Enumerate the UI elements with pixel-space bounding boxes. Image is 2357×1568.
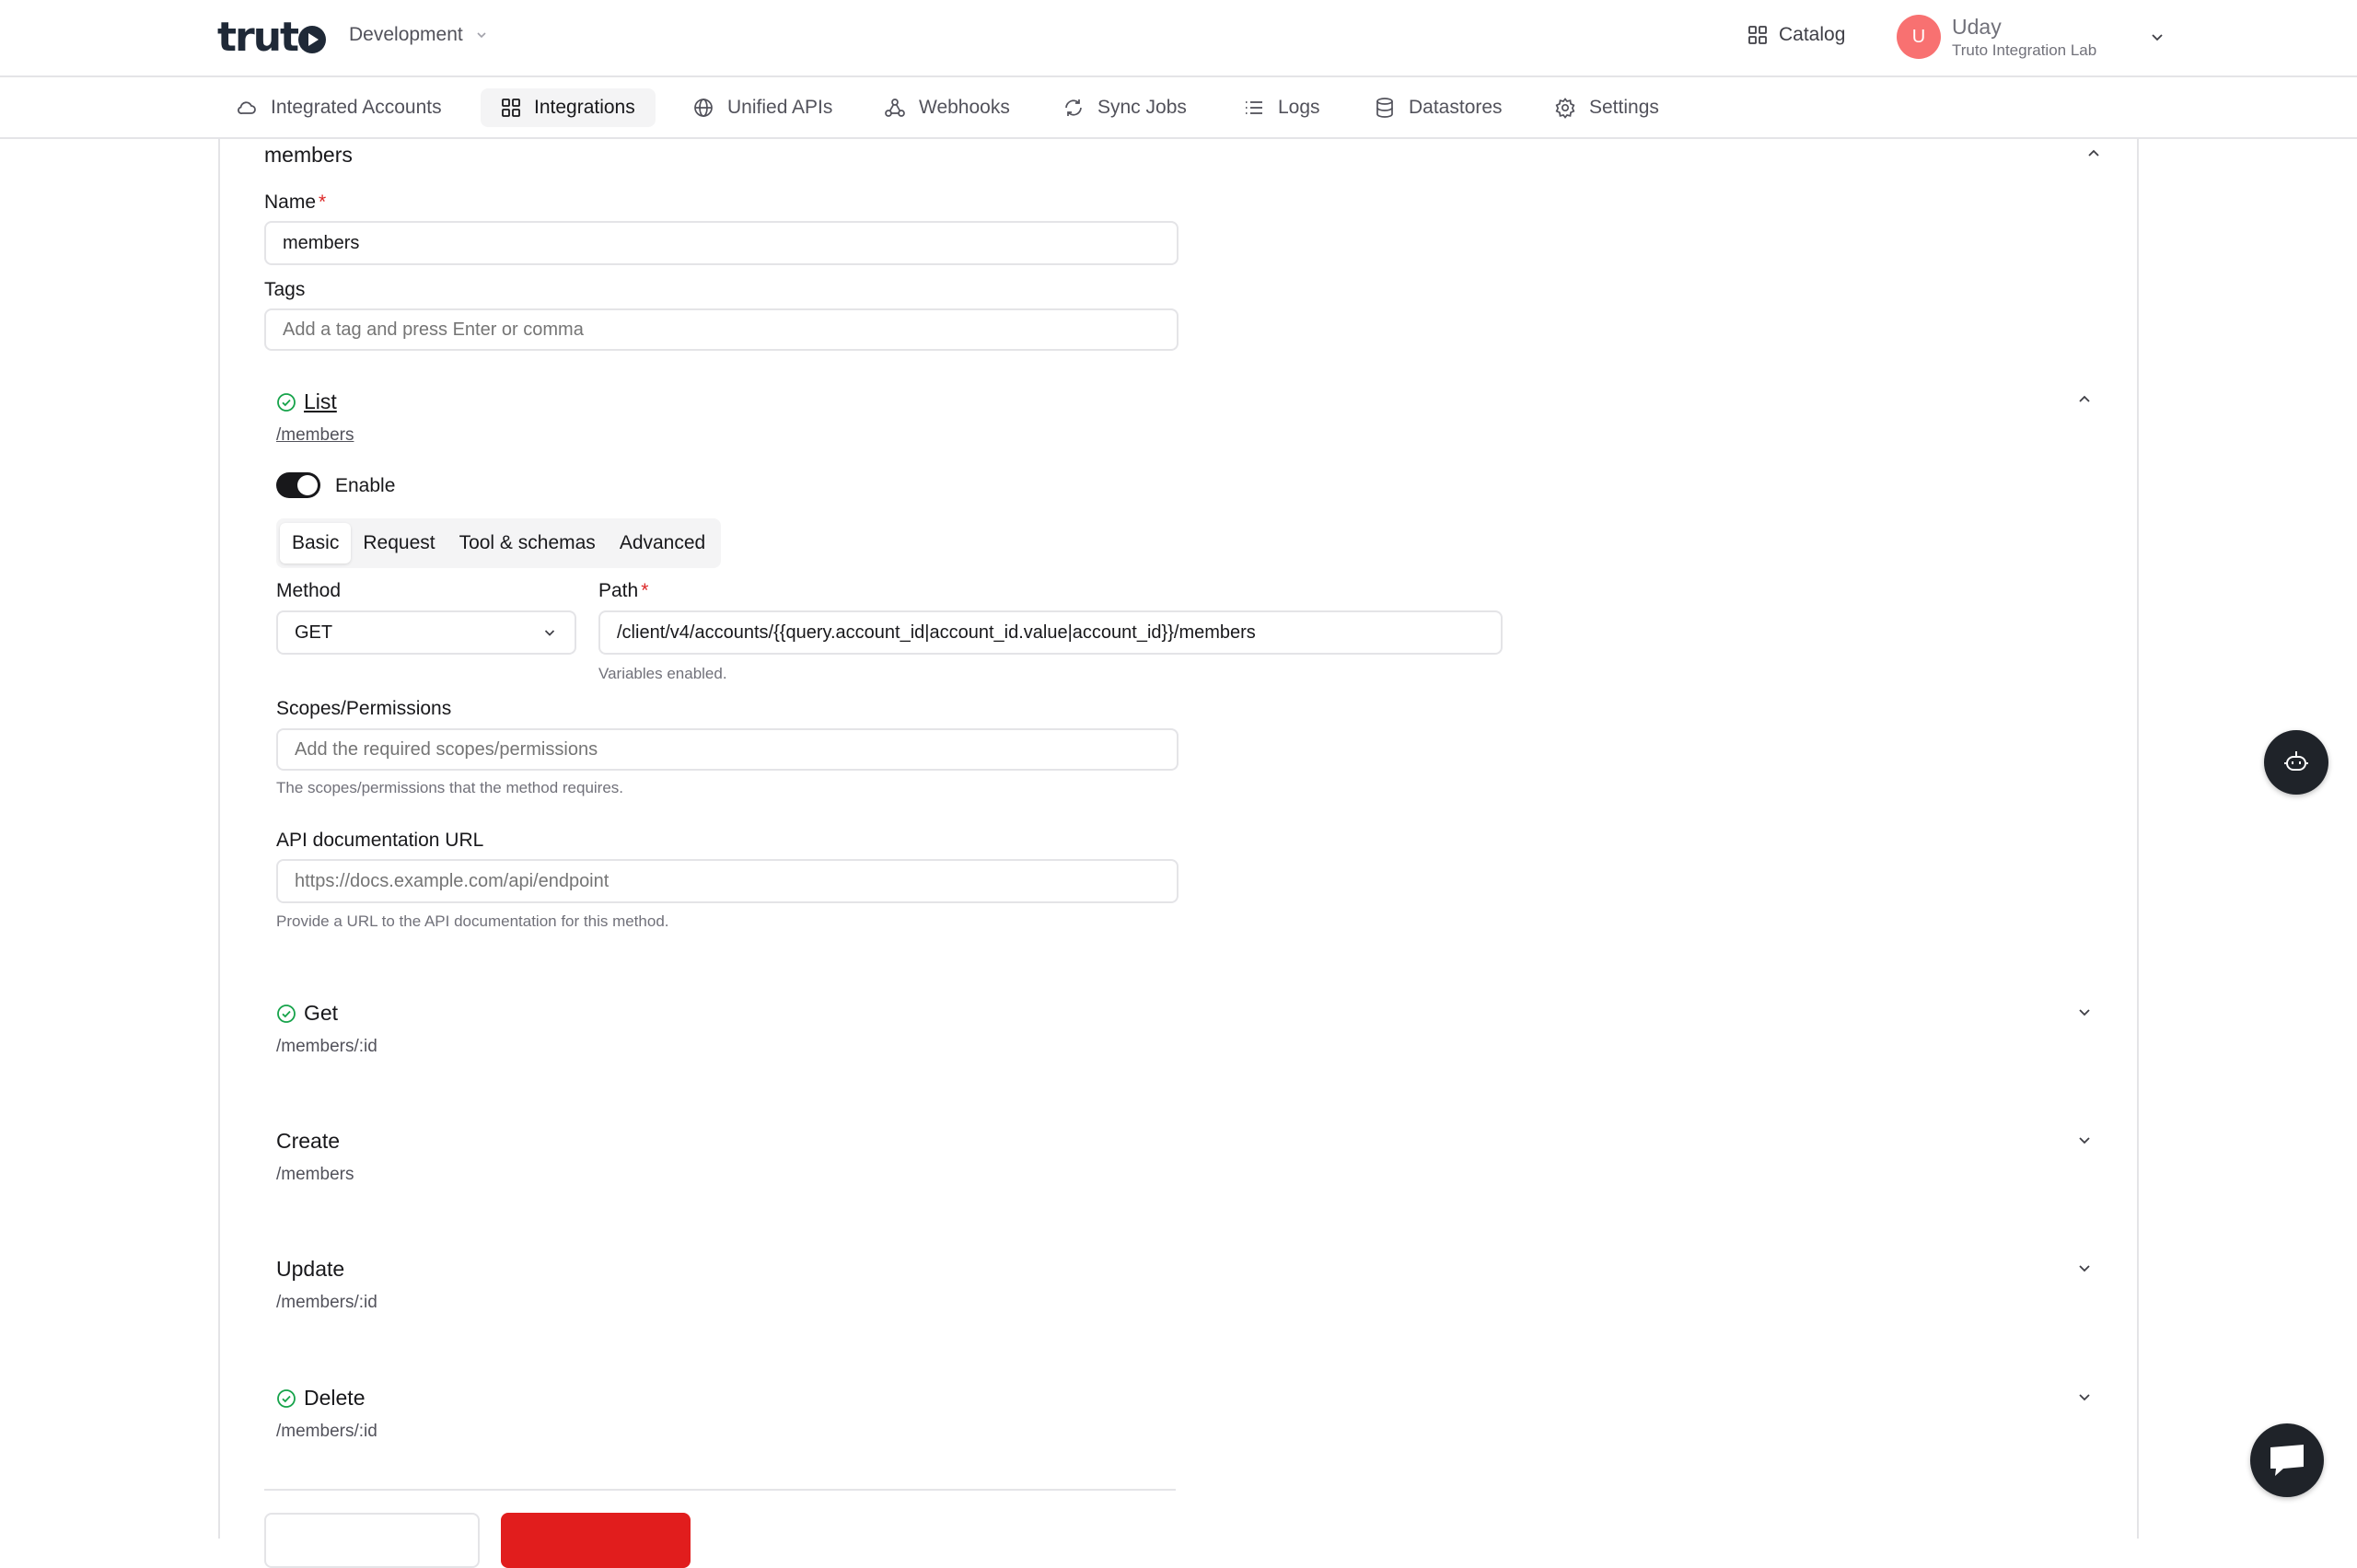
chevron-down-icon[interactable] [2075, 1003, 2094, 1021]
enable-label: Enable [335, 475, 396, 496]
enable-toggle[interactable] [276, 472, 320, 498]
nav-item-settings[interactable]: Settings [1534, 88, 1679, 127]
database-icon [1376, 98, 1393, 118]
chevron-down-icon[interactable] [2075, 1388, 2094, 1406]
chevron-up-icon[interactable] [2084, 145, 2103, 163]
globe-icon [694, 99, 713, 117]
chevron-down-icon [477, 32, 486, 39]
method-title-label: List [304, 389, 337, 413]
method-tabs: Basic Request Tool & schemas Advanced [276, 518, 722, 568]
chevron-down-icon [2152, 34, 2163, 41]
doc-url-input[interactable] [276, 859, 1178, 903]
tags-input[interactable] [264, 308, 1178, 351]
path-input[interactable] [598, 610, 1503, 655]
nav-item-unified-apis[interactable]: Unified APIs [672, 88, 853, 127]
top-bar: trut Development Catalog U Uday Truto In… [0, 0, 2357, 77]
check-circle-icon [277, 1388, 296, 1408]
method-list-path[interactable]: /members [276, 425, 354, 446]
avatar: U [1897, 15, 1941, 60]
method-create-path: /members [276, 1165, 354, 1184]
method-delete-title[interactable]: Delete [276, 1386, 365, 1411]
check-circle-icon [277, 392, 296, 412]
nav-item-logs[interactable]: Logs [1223, 88, 1341, 127]
method-select[interactable]: GET [276, 610, 576, 655]
danger-button[interactable] [501, 1513, 691, 1568]
resource-title: members [264, 143, 353, 167]
scopes-input[interactable] [276, 728, 1178, 771]
chevron-down-icon[interactable] [2075, 1131, 2094, 1149]
tab-tool-schemas[interactable]: Tool & schemas [447, 523, 608, 563]
main-nav: Integrated Accounts Integrations Unified… [0, 77, 2357, 139]
nav-item-webhooks[interactable]: Webhooks [864, 88, 1030, 127]
environment-label: Development [349, 24, 463, 45]
nav-item-integrations[interactable]: Integrations [481, 88, 656, 127]
secondary-button[interactable] [264, 1513, 480, 1568]
resource-card: members Name* Tags List /members Enable … [218, 139, 2139, 1568]
tab-basic[interactable]: Basic [280, 523, 352, 563]
method-delete-path: /members/:id [276, 1422, 377, 1441]
name-input[interactable] [264, 221, 1178, 265]
method-update-path: /members/:id [276, 1293, 377, 1312]
grid-icon [502, 99, 520, 117]
scopes-helper: The scopes/permissions that the method r… [276, 779, 624, 796]
method-get-path: /members/:id [276, 1037, 377, 1056]
doc-url-label: API documentation URL [276, 830, 484, 851]
tab-advanced[interactable]: Advanced [608, 523, 717, 563]
nav-item-label: Unified APIs [727, 97, 833, 118]
method-title-label: Create [276, 1129, 341, 1153]
catalog-label: Catalog [1779, 24, 1846, 45]
method-title-label: Delete [304, 1386, 366, 1410]
environment-switcher[interactable]: Development [349, 24, 489, 46]
list-icon [1246, 101, 1262, 114]
nav-item-label: Integrated Accounts [271, 97, 442, 118]
method-update-title[interactable]: Update [276, 1257, 344, 1282]
method-title-label: Update [276, 1257, 345, 1281]
grid-icon [1748, 26, 1767, 44]
chevron-up-icon[interactable] [2075, 390, 2094, 409]
nav-item-label: Settings [1589, 97, 1659, 118]
method-get-title[interactable]: Get [276, 1001, 338, 1026]
nav-item-label: Webhooks [919, 97, 1010, 118]
catalog-button[interactable]: Catalog [1747, 24, 1845, 46]
truto-logo[interactable]: trut [217, 15, 327, 61]
bot-icon [2284, 751, 2308, 771]
name-label: Name * [264, 192, 327, 213]
method-title-label: Get [304, 1001, 339, 1025]
path-helper: Variables enabled. [598, 665, 727, 682]
sync-icon [1065, 99, 1082, 116]
tags-label: Tags [264, 279, 306, 300]
path-label: Path * [598, 580, 649, 601]
method-list-title[interactable]: List [276, 389, 337, 414]
user-org: Truto Integration Lab [1952, 41, 2097, 60]
method-select-value: GET [295, 621, 333, 643]
ai-assistant-button[interactable] [2264, 730, 2328, 795]
webhook-icon [885, 99, 905, 117]
user-menu[interactable]: U Uday Truto Integration Lab [1897, 15, 2166, 60]
method-label: Method [276, 580, 342, 601]
chat-icon [2270, 1445, 2304, 1476]
nav-item-datastores[interactable]: Datastores [1353, 88, 1523, 127]
user-name: Uday [1952, 15, 2002, 39]
chat-support-button[interactable] [2250, 1423, 2324, 1497]
nav-item-label: Integrations [534, 97, 635, 118]
nav-item-sync-jobs[interactable]: Sync Jobs [1042, 88, 1207, 127]
nav-item-label: Datastores [1409, 97, 1503, 118]
scopes-label: Scopes/Permissions [276, 698, 452, 719]
method-create-title[interactable]: Create [276, 1129, 340, 1154]
gear-icon [1555, 98, 1575, 119]
tab-request[interactable]: Request [351, 523, 447, 563]
check-circle-icon [277, 1004, 296, 1023]
chevron-down-icon[interactable] [2075, 1259, 2094, 1277]
nav-item-label: Logs [1278, 97, 1320, 118]
chevron-down-icon [544, 630, 555, 636]
nav-item-integrated-accounts[interactable]: Integrated Accounts [215, 88, 462, 127]
divider [264, 1489, 1176, 1491]
cloud-icon [238, 101, 256, 114]
doc-url-helper: Provide a URL to the API documentation f… [276, 912, 669, 930]
nav-item-label: Sync Jobs [1097, 97, 1187, 118]
